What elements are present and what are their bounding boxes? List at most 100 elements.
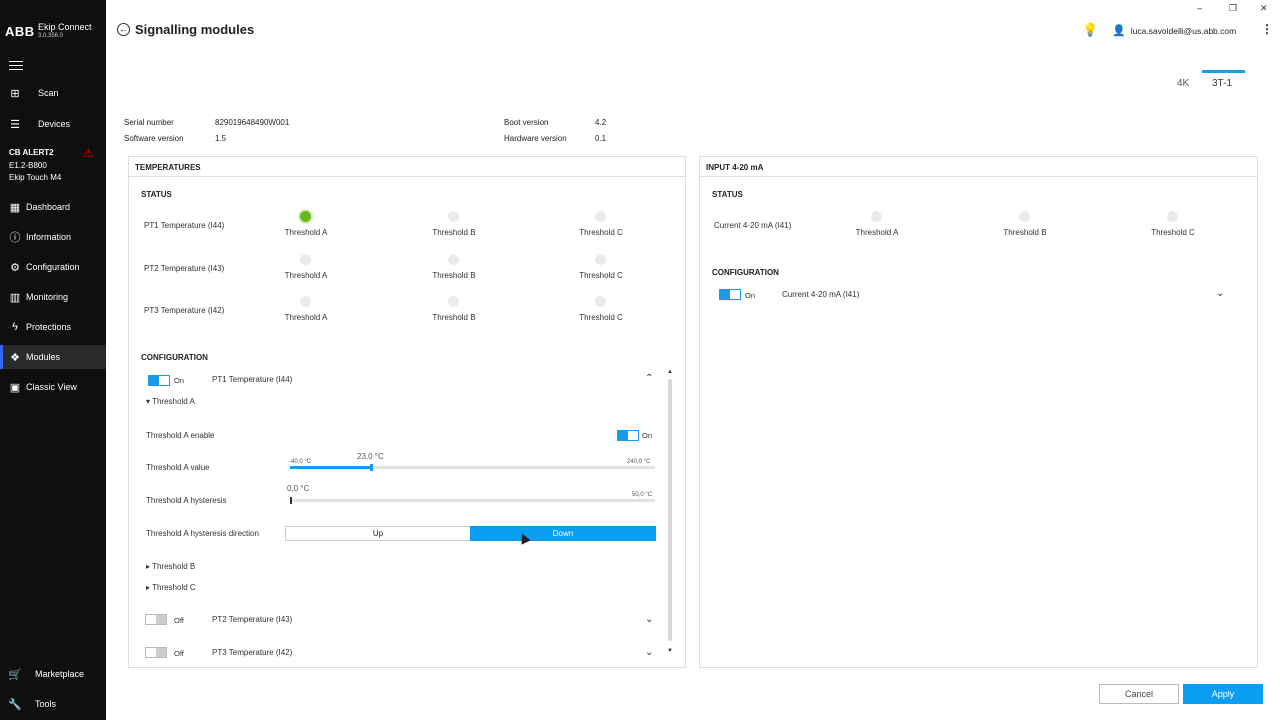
user-icon: 👤: [1112, 25, 1126, 37]
hamburger-menu-icon[interactable]: [9, 58, 23, 73]
minimize-icon[interactable]: –: [1197, 3, 1202, 13]
threshold-label: Threshold B: [432, 313, 476, 322]
threshold-a-hysteresis-label: Threshold A hysteresis: [146, 496, 227, 505]
nav-information[interactable]: ⓘ Information: [0, 225, 106, 249]
threshold-label: Threshold A: [284, 271, 328, 280]
expand-chevron-down-icon[interactable]: ⌄: [645, 647, 653, 658]
threshold-c-expander[interactable]: ▸ Threshold C: [146, 583, 196, 592]
threshold-a-hysteresis-max: 50,0 °C: [632, 492, 653, 498]
threshold-label: Threshold B: [432, 271, 476, 280]
config-scrollbar[interactable]: [668, 379, 672, 641]
threshold-label: Threshold A: [855, 228, 899, 237]
pt1-threshold-b-indicator: [448, 211, 459, 222]
pt3-config-label: PT3 Temperature (I42): [212, 648, 293, 657]
scan-icon: ⊞: [10, 87, 20, 100]
wrench-icon: 🔧: [8, 698, 22, 711]
threshold-a-value-current: 23,0 °C: [357, 452, 384, 461]
threshold-label: Threshold B: [1003, 228, 1047, 237]
threshold-label: Threshold C: [579, 228, 623, 237]
threshold-a-expander[interactable]: ▾ Threshold A: [146, 397, 195, 406]
serial-value: 829019648490W001: [215, 118, 290, 127]
hardware-value: 0.1: [595, 134, 607, 143]
hardware-label: Hardware version: [504, 134, 567, 143]
threshold-a-enable-toggle[interactable]: [617, 430, 639, 441]
direction-up-button[interactable]: Up: [285, 526, 471, 541]
pt3-threshold-a-indicator: [300, 296, 311, 307]
nav-classic-view[interactable]: ▣ Classic View: [0, 375, 106, 399]
direction-down-button[interactable]: Down: [470, 526, 656, 541]
temperatures-title: TEMPERATURES: [129, 157, 685, 177]
nav-monitoring[interactable]: ▥ Monitoring: [0, 285, 106, 309]
threshold-a-hysteresis-current: 0,0 °C: [287, 484, 310, 493]
close-icon[interactable]: ✕: [1260, 3, 1268, 14]
threshold-label: Threshold C: [579, 313, 623, 322]
lightbulb-icon[interactable]: 💡: [1082, 22, 1098, 38]
cancel-button[interactable]: Cancel: [1099, 684, 1179, 704]
threshold-a-enable-label: Threshold A enable: [146, 431, 215, 440]
pt1-toggle-state: On: [174, 376, 185, 385]
current-enable-toggle[interactable]: [719, 289, 741, 300]
expand-chevron-down-icon[interactable]: ⌄: [1216, 288, 1224, 299]
tab-4k[interactable]: 4K: [1177, 78, 1189, 89]
apply-button[interactable]: Apply: [1183, 684, 1263, 704]
gear-icon: ⚙: [10, 261, 20, 274]
active-tab-indicator: [1202, 70, 1245, 73]
nav-scan[interactable]: ⊞ Scan: [0, 81, 106, 105]
bar-chart-icon: ▥: [9, 291, 21, 304]
app-name: Ekip Connect: [38, 22, 92, 32]
pt1-threshold-c-indicator: [595, 211, 606, 222]
input-title: INPUT 4-20 mA: [700, 157, 1257, 177]
nav-devices[interactable]: ☰ Devices: [0, 112, 106, 136]
pt1-enable-toggle[interactable]: [148, 375, 170, 386]
sidebar: ABB Ekip Connect 3.0.356.0 ⊞ Scan ☰ Device…: [0, 0, 106, 720]
cart-icon: 🛒: [8, 668, 22, 681]
abb-logo: ABB: [5, 24, 35, 39]
more-options-icon[interactable]: ⋮: [1261, 22, 1273, 36]
serial-label: Serial number: [124, 118, 174, 127]
collapse-chevron-up-icon[interactable]: ⌃: [645, 373, 653, 384]
pt3-enable-toggle[interactable]: [145, 647, 167, 658]
threshold-label: Threshold B: [432, 228, 476, 237]
user-account[interactable]: 👤 luca.savoldelli@us.abb.com: [1112, 24, 1236, 37]
threshold-a-hysteresis-slider-handle[interactable]: [290, 497, 292, 504]
pt3-threshold-b-indicator: [448, 296, 459, 307]
info-icon: ⓘ: [9, 232, 21, 244]
pt2-enable-toggle[interactable]: [145, 614, 167, 625]
scroll-up-arrow-icon[interactable]: ▲: [667, 369, 673, 375]
dashboard-icon: ▦: [9, 201, 21, 214]
nav-protections[interactable]: ϟ Protections: [0, 315, 106, 339]
current-threshold-a-indicator: [871, 211, 882, 222]
current-threshold-b-indicator: [1019, 211, 1030, 222]
pt2-status-label: PT2 Temperature (I43): [144, 264, 225, 273]
pt3-threshold-c-indicator: [595, 296, 606, 307]
nav-dashboard[interactable]: ▦ Dashboard: [0, 195, 106, 219]
scroll-down-arrow-icon[interactable]: ▼: [667, 648, 673, 654]
app-version: 3.0.356.0: [38, 33, 64, 39]
input-status-heading: STATUS: [712, 190, 743, 199]
current-status-label: Current 4-20 mA (I41): [714, 221, 792, 230]
temp-status-heading: STATUS: [141, 190, 172, 199]
nav-tools[interactable]: 🔧 Tools: [0, 692, 106, 716]
nav-marketplace[interactable]: 🛒 Marketplace: [0, 662, 106, 686]
page-title: Signalling modules: [135, 22, 255, 37]
tab-3t-1[interactable]: 3T-1: [1212, 78, 1232, 89]
threshold-a-value-slider-handle[interactable]: [370, 464, 373, 471]
threshold-a-value-max: 240,0 °C: [627, 459, 651, 465]
nav-configuration[interactable]: ⚙ Configuration: [0, 255, 106, 279]
restore-icon[interactable]: ❐: [1229, 3, 1237, 14]
threshold-label: Threshold A: [284, 313, 328, 322]
threshold-label: Threshold A: [284, 228, 328, 237]
pt2-threshold-b-indicator: [448, 254, 459, 265]
current-toggle-state: On: [745, 291, 756, 300]
input-config-heading: CONFIGURATION: [712, 268, 779, 277]
nav-modules[interactable]: ❖ Modules: [0, 345, 106, 369]
device-info[interactable]: CB ALERT2 E1.2-B800 Ekip Touch M4: [9, 147, 61, 185]
expand-chevron-down-icon[interactable]: ⌄: [645, 614, 653, 625]
current-threshold-c-indicator: [1167, 211, 1178, 222]
threshold-a-hysteresis-track: [290, 499, 655, 502]
threshold-a-toggle-state: On: [642, 431, 653, 440]
boot-value: 4.2: [595, 118, 607, 127]
threshold-b-expander[interactable]: ▸ Threshold B: [146, 562, 195, 571]
back-arrow-icon[interactable]: ←: [117, 23, 130, 36]
software-value: 1.5: [215, 134, 227, 143]
